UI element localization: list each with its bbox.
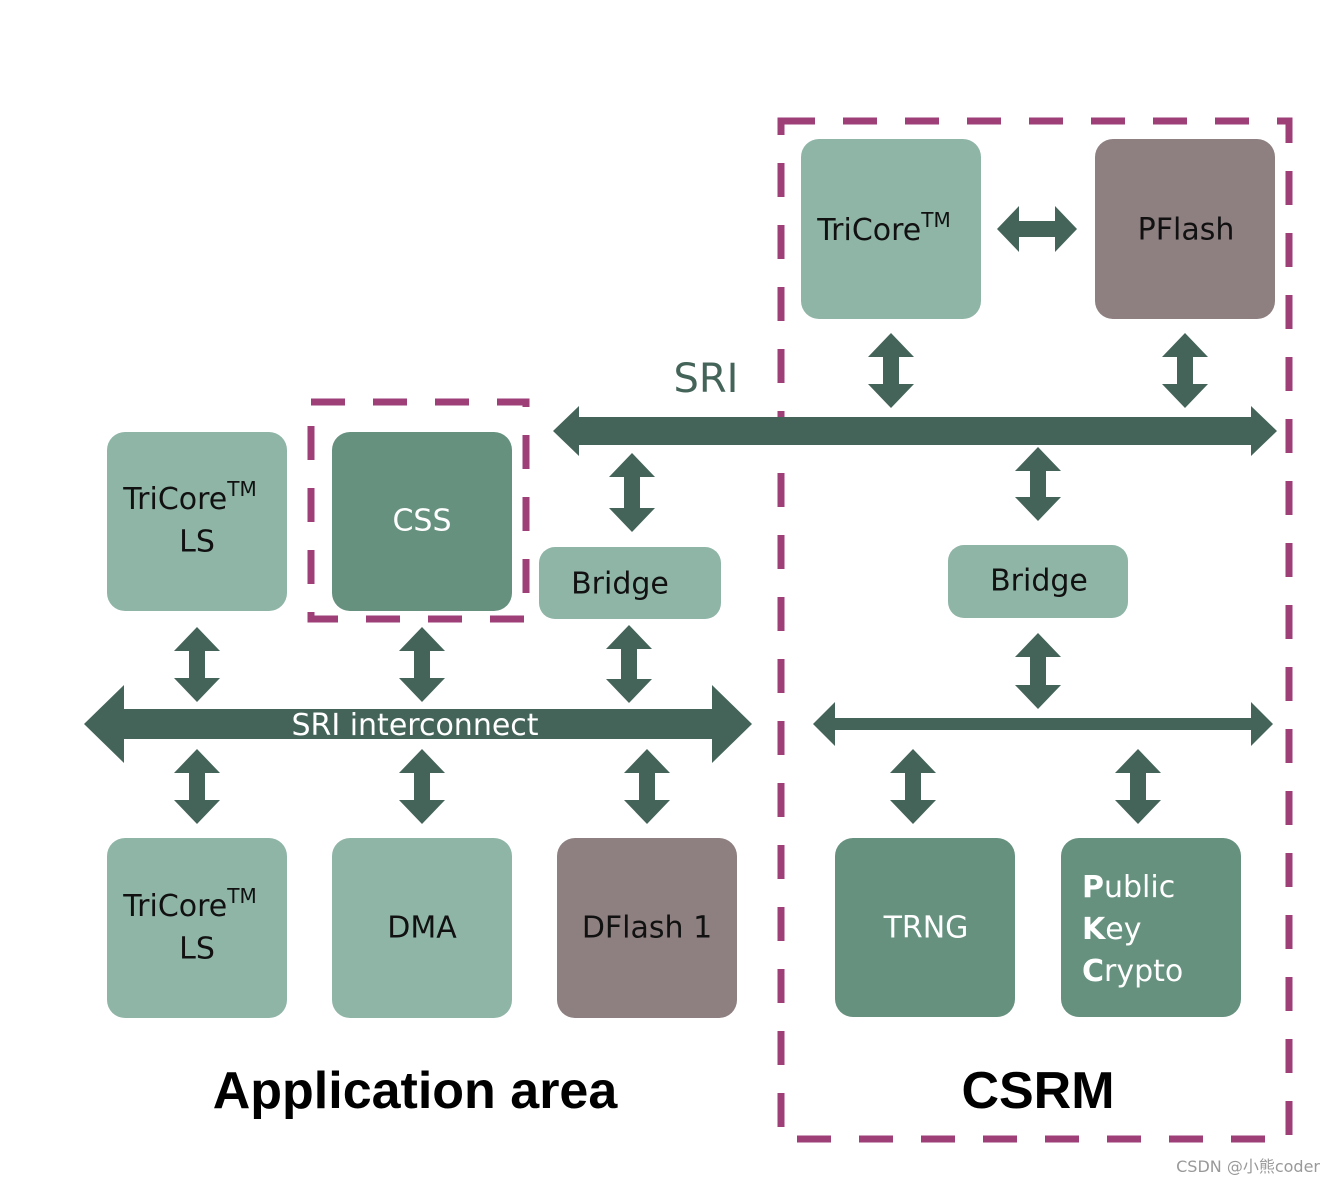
block-label: TriCore: [122, 482, 227, 517]
block-tricore-csrm: TriCoreTM: [801, 139, 981, 319]
block-label-line2: LS: [179, 525, 215, 560]
block-tricore-ls-bottom: TriCoreTM LS: [107, 838, 287, 1018]
block-label: TRNG: [883, 911, 969, 946]
block-label-line: Key: [1082, 912, 1141, 947]
diagram-canvas: TriCoreTM PFlash TriCoreTM LS CSS Bridge…: [84, 117, 1320, 1176]
sri-interconnect-label: SRI interconnect: [291, 708, 538, 743]
trademark-superscript: TM: [920, 208, 950, 232]
block-label: CSS: [392, 504, 451, 539]
block-label: TriCore: [816, 213, 921, 248]
csrm-local-bus-arrow: [813, 702, 1273, 746]
block-bridge-right: Bridge: [948, 545, 1128, 618]
block-label: TriCore: [122, 889, 227, 924]
double-arrow-vertical: [606, 625, 652, 703]
double-arrow-vertical: [868, 333, 914, 408]
block-trng: TRNG: [835, 838, 1015, 1017]
block-label: Bridge: [571, 567, 669, 602]
watermark: CSDN @小熊coder: [1176, 1157, 1320, 1176]
double-arrow-vertical: [1015, 633, 1061, 709]
double-arrow-vertical: [399, 749, 445, 824]
block-css: CSS: [332, 432, 512, 611]
double-arrow-vertical: [890, 749, 936, 824]
trademark-superscript: TM: [226, 477, 256, 501]
double-arrow-vertical: [174, 749, 220, 824]
block-label: DMA: [387, 911, 457, 946]
double-arrow-vertical: [609, 453, 655, 532]
block-label-line2: LS: [179, 932, 215, 967]
double-arrow-vertical: [624, 749, 670, 824]
diagram: TriCoreTM PFlash TriCoreTM LS CSS Bridge…: [0, 0, 1336, 1184]
block-label: DFlash 1: [582, 911, 712, 946]
block-dma: DMA: [332, 838, 512, 1018]
block-label: PFlash: [1138, 213, 1235, 248]
block-bridge-left: Bridge: [539, 547, 721, 619]
double-arrow-vertical: [399, 627, 445, 702]
sri-bus-label: SRI: [674, 356, 739, 402]
block-label: Bridge: [990, 564, 1088, 599]
double-arrow-vertical: [1015, 447, 1061, 521]
double-arrow-vertical: [1115, 749, 1161, 824]
block-tricore-ls-top: TriCoreTM LS: [107, 432, 287, 611]
trademark-superscript: TM: [226, 884, 256, 908]
application-area-title: Application area: [213, 1062, 619, 1120]
block-pflash: PFlash: [1095, 139, 1275, 319]
double-arrow-vertical: [174, 627, 220, 702]
block-public-key-crypto: Public Key Crypto: [1061, 838, 1241, 1017]
block-label-line: Crypto: [1082, 954, 1183, 989]
csrm-title: CSRM: [961, 1062, 1114, 1120]
sri-bus-arrow: [553, 406, 1277, 456]
block-dflash: DFlash 1: [557, 838, 737, 1018]
double-arrow-vertical: [1162, 333, 1208, 408]
tricore-pflash-double-arrow: [997, 206, 1077, 252]
block-label-line: Public: [1082, 870, 1175, 905]
